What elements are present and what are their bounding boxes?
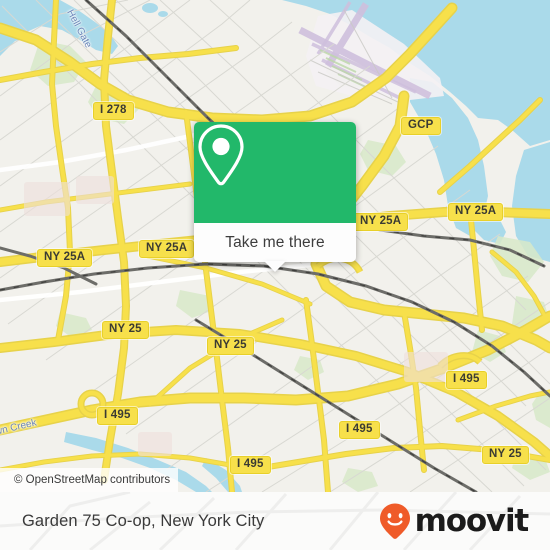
road-shield-ny25a: NY 25A — [37, 249, 93, 267]
road-shield-i495: I 495 — [446, 371, 487, 389]
map-canvas[interactable]: Hell Gate wn Creek I 278 GCP NY 25A NY 2… — [0, 0, 550, 492]
road-shield-i495: I 495 — [339, 421, 380, 439]
road-shield-ny25: NY 25 — [482, 446, 529, 464]
page-title: Garden 75 Co-op, New York City — [22, 511, 265, 530]
road-shield-ny25a: NY 25A — [139, 240, 195, 258]
moovit-smiley-pin-icon — [379, 503, 410, 539]
road-shield-i278: I 278 — [93, 102, 134, 120]
moovit-map-page: Hell Gate wn Creek I 278 GCP NY 25A NY 2… — [0, 0, 550, 550]
location-callout[interactable]: Take me there — [194, 122, 356, 272]
road-shield-ny25a: NY 25A — [448, 203, 504, 221]
map-pin-icon — [198, 124, 244, 186]
road-shield-ny25: NY 25 — [207, 337, 254, 355]
moovit-wordmark: moovit — [414, 502, 530, 539]
osm-attribution[interactable]: © OpenStreetMap contributors — [0, 468, 179, 492]
road-shield-i495: I 495 — [97, 407, 138, 425]
callout-pin-area — [194, 122, 356, 223]
footer-bar: Garden 75 Co-op, New York City moovit — [0, 492, 550, 550]
osm-attribution-text: © OpenStreetMap contributors — [14, 474, 171, 486]
road-shield-ny25: NY 25 — [102, 321, 149, 339]
take-me-there-button[interactable]: Take me there — [194, 223, 356, 272]
road-shield-gcp: GCP — [401, 117, 441, 135]
take-me-there-label: Take me there — [225, 233, 325, 251]
callout-pointer — [264, 261, 286, 272]
road-shield-i495: I 495 — [230, 456, 271, 474]
road-shield-ny25a: NY 25A — [353, 213, 409, 231]
moovit-logo[interactable]: moovit — [378, 502, 530, 540]
